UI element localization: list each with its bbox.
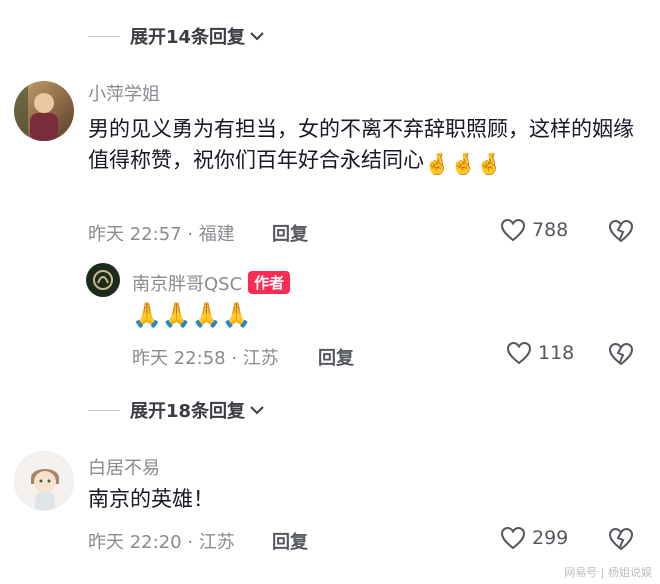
watermark: 网易号 | 杨姐说娱 — [564, 566, 652, 579]
reply-time: 昨天 22:58 — [132, 348, 226, 369]
comment-time: 昨天 22:57 — [88, 224, 182, 245]
reply-button[interactable]: 回复 — [272, 220, 308, 246]
comment-username[interactable]: 小萍学姐 — [88, 80, 160, 106]
expand-replies-mid[interactable]: 展开18条回复 — [88, 397, 265, 423]
heart-icon — [500, 526, 526, 550]
divider — [88, 35, 120, 37]
dislike-button[interactable] — [608, 219, 634, 247]
folded-hands-emoji: 🙏🙏🙏🙏 — [132, 301, 252, 329]
reply-username[interactable]: 南京胖哥QSC 作者 — [132, 270, 291, 296]
chevron-down-icon — [249, 404, 265, 416]
chevron-down-icon — [249, 30, 265, 42]
fingers-crossed-emoji: 🤞🤞🤞 — [424, 152, 503, 176]
like-count: 118 — [538, 342, 575, 364]
reply-location: 江苏 — [242, 348, 279, 369]
reply-button[interactable]: 回复 — [272, 528, 308, 554]
expand-replies-top[interactable]: 展开14条回复 — [88, 23, 265, 49]
dislike-button[interactable] — [608, 342, 634, 370]
reply-button[interactable]: 回复 — [318, 344, 354, 370]
dislike-button[interactable] — [608, 527, 634, 555]
reply-username-text: 南京胖哥QSC — [132, 274, 243, 295]
avatar[interactable] — [86, 263, 120, 297]
heart-icon — [500, 218, 526, 242]
like-count: 788 — [532, 219, 569, 241]
author-badge: 作者 — [248, 271, 291, 294]
comment-location: 福建 — [198, 224, 235, 245]
reply-text: 🙏🙏🙏🙏 — [132, 300, 252, 331]
reply-meta: 昨天 22:58 · 江苏 — [132, 348, 279, 369]
comment-body: 男的见义勇为有担当，女的不离不弃辞职照顾，这样的姻缘值得称赞，祝你们百年好合永结… — [88, 117, 634, 172]
comment-location: 江苏 — [198, 532, 235, 553]
like-count: 299 — [532, 527, 569, 549]
expand-replies-label: 展开14条回复 — [130, 27, 246, 48]
comment-text: 男的见义勇为有担当，女的不离不弃辞职照顾，这样的姻缘值得称赞，祝你们百年好合永结… — [88, 114, 648, 180]
broken-heart-icon — [608, 219, 634, 243]
expand-replies-label: 展开18条回复 — [130, 401, 246, 422]
comment-text: 南京的英雄！ — [88, 487, 214, 511]
heart-icon — [506, 341, 532, 365]
like-button[interactable]: 118 — [506, 341, 574, 365]
divider — [88, 409, 120, 411]
comment-time: 昨天 22:20 — [88, 532, 182, 553]
broken-heart-icon — [608, 342, 634, 366]
like-button[interactable]: 788 — [500, 218, 568, 242]
broken-heart-icon — [608, 527, 634, 551]
comment-meta: 昨天 22:57 · 福建 — [88, 224, 235, 245]
like-button[interactable]: 299 — [500, 526, 568, 550]
comment-username[interactable]: 白居不易 — [88, 454, 160, 480]
avatar[interactable] — [14, 451, 74, 511]
comment-meta: 昨天 22:20 · 江苏 — [88, 532, 235, 553]
avatar[interactable] — [14, 81, 74, 141]
